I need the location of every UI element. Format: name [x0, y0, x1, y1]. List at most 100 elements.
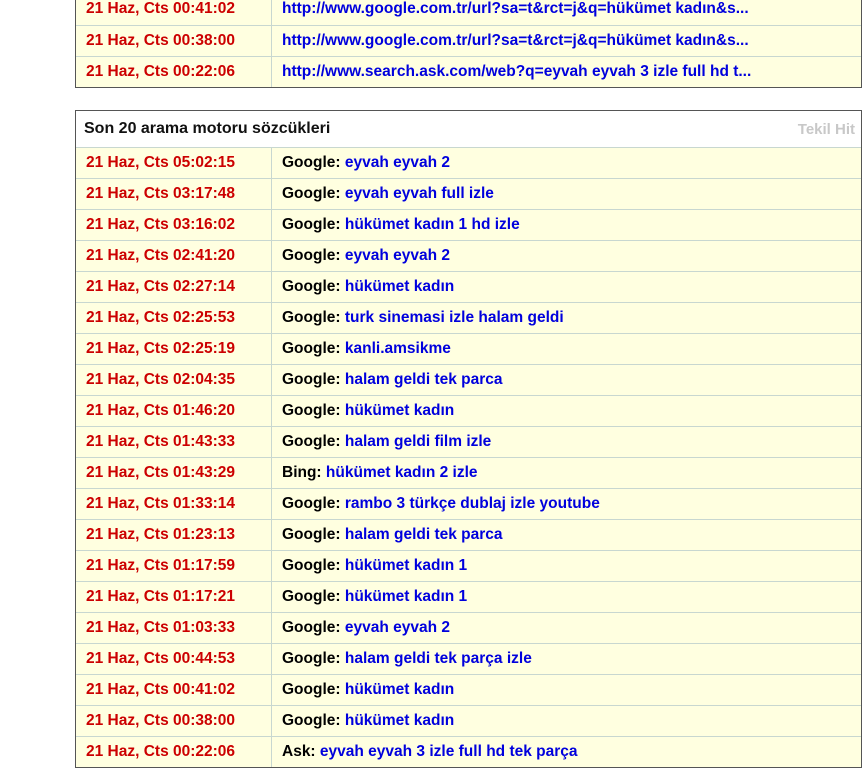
search-engine-label: Google: [282, 650, 341, 667]
search-date: 21 Haz, Cts 00:22:06 [76, 737, 272, 767]
search-engine-label: Google: [282, 154, 341, 171]
search-cell: Google: hükümet kadın [272, 706, 861, 736]
table-row: 21 Haz, Cts 03:16:02 Google: hükümet kadı… [76, 209, 861, 240]
table-row: 21 Haz, Cts 00:38:00 Google: hükümet kadı… [76, 705, 861, 736]
table-row: 21 Haz, Cts 02:25:19 Google: kanli.amsikm… [76, 333, 861, 364]
table-row: 21 Haz, Cts 01:03:33 Google: eyvah eyvah … [76, 612, 861, 643]
table-row: 21 Haz, Cts 03:17:48 Google: eyvah eyvah … [76, 178, 861, 209]
referrer-cell: http://www.google.com.tr/url?sa=t&rct=j&… [272, 0, 861, 25]
search-keyword-link[interactable]: hükümet kadın 1 [345, 588, 467, 605]
search-date: 21 Haz, Cts 01:43:33 [76, 427, 272, 457]
panel-title: Son 20 arama motoru sözcükleri [84, 120, 331, 137]
search-keyword-link[interactable]: eyvah eyvah 3 izle full hd tek parça [320, 743, 578, 760]
search-keyword-link[interactable]: eyvah eyvah 2 [345, 619, 450, 636]
referrer-link[interactable]: http://www.google.com.tr/url?sa=t&rct=j&… [282, 32, 749, 49]
search-engine-label: Google: [282, 433, 341, 450]
search-engine-label: Google: [282, 278, 341, 295]
search-date: 21 Haz, Cts 03:17:48 [76, 179, 272, 209]
search-engine-label: Google: [282, 495, 341, 512]
search-rows: 21 Haz, Cts 05:02:15 Google: eyvah eyvah … [76, 147, 861, 767]
search-cell: Google: eyvah eyvah 2 [272, 241, 861, 271]
search-date: 21 Haz, Cts 01:17:59 [76, 551, 272, 581]
table-row: 21 Haz, Cts 00:44:53 Google: halam geldi … [76, 643, 861, 674]
referrer-panel: 21 Haz, Cts 00:41:02 http://www.google.c… [75, 0, 862, 88]
search-keywords-panel: Son 20 arama motoru sözcükleri Tekil Hit… [75, 110, 862, 768]
search-cell: Google: halam geldi tek parca [272, 365, 861, 395]
search-cell: Google: rambo 3 türkçe dublaj izle youtu… [272, 489, 861, 519]
search-date: 21 Haz, Cts 01:23:13 [76, 520, 272, 550]
search-keyword-link[interactable]: hükümet kadın [345, 681, 454, 698]
search-keyword-link[interactable]: turk sinemasi izle halam geldi [345, 309, 564, 326]
search-cell: Google: hükümet kadın 1 [272, 582, 861, 612]
search-engine-label: Ask: [282, 743, 316, 760]
search-date: 21 Haz, Cts 02:25:53 [76, 303, 272, 333]
table-row: 21 Haz, Cts 01:46:20 Google: hükümet kadı… [76, 395, 861, 426]
search-date: 21 Haz, Cts 02:04:35 [76, 365, 272, 395]
table-row: 21 Haz, Cts 01:43:33 Google: halam geldi … [76, 426, 861, 457]
search-cell: Google: halam geldi film izle [272, 427, 861, 457]
search-keyword-link[interactable]: kanli.amsikme [345, 340, 451, 357]
search-date: 21 Haz, Cts 02:41:20 [76, 241, 272, 271]
search-engine-label: Google: [282, 681, 341, 698]
search-date: 21 Haz, Cts 03:16:02 [76, 210, 272, 240]
search-keyword-link[interactable]: halam geldi tek parca [345, 371, 503, 388]
table-row: 21 Haz, Cts 01:17:21 Google: hükümet kadı… [76, 581, 861, 612]
search-cell: Google: eyvah eyvah 2 [272, 613, 861, 643]
search-cell: Google: turk sinemasi izle halam geldi [272, 303, 861, 333]
search-cell: Google: hükümet kadın 1 [272, 551, 861, 581]
table-row: 21 Haz, Cts 01:43:29 Bing: hükümet kadın … [76, 457, 861, 488]
search-date: 21 Haz, Cts 01:03:33 [76, 613, 272, 643]
search-keyword-link[interactable]: halam geldi film izle [345, 433, 491, 450]
search-engine-label: Google: [282, 712, 341, 729]
table-row: 21 Haz, Cts 02:41:20 Google: eyvah eyvah … [76, 240, 861, 271]
search-keyword-link[interactable]: halam geldi tek parça izle [345, 650, 532, 667]
visit-date: 21 Haz, Cts 00:22:06 [76, 57, 272, 87]
unique-hit-label: Tekil Hit [797, 120, 855, 138]
search-keyword-link[interactable]: hükümet kadın [345, 712, 454, 729]
table-row: 21 Haz, Cts 02:04:35 Google: halam geldi … [76, 364, 861, 395]
search-engine-label: Google: [282, 185, 341, 202]
table-row: 21 Haz, Cts 00:22:06 http://www.search.a… [76, 56, 861, 87]
table-row: 21 Haz, Cts 00:22:06 Ask: eyvah eyvah 3 i… [76, 736, 861, 767]
search-cell: Bing: hükümet kadın 2 izle [272, 458, 861, 488]
search-date: 21 Haz, Cts 01:33:14 [76, 489, 272, 519]
search-date: 21 Haz, Cts 00:38:00 [76, 706, 272, 736]
search-cell: Google: hükümet kadın 1 hd izle [272, 210, 861, 240]
search-keyword-link[interactable]: hükümet kadın 1 [345, 557, 467, 574]
search-keyword-link[interactable]: eyvah eyvah 2 [345, 247, 450, 264]
search-date: 21 Haz, Cts 01:43:29 [76, 458, 272, 488]
search-engine-label: Google: [282, 309, 341, 326]
search-keyword-link[interactable]: rambo 3 türkçe dublaj izle youtube [345, 495, 600, 512]
search-keyword-link[interactable]: hükümet kadın 1 hd izle [345, 216, 520, 233]
table-row: 21 Haz, Cts 01:23:13 Google: halam geldi … [76, 519, 861, 550]
table-row: 21 Haz, Cts 00:41:02 Google: hükümet kadı… [76, 674, 861, 705]
search-engine-label: Google: [282, 247, 341, 264]
search-date: 21 Haz, Cts 05:02:15 [76, 148, 272, 178]
search-date: 21 Haz, Cts 02:27:14 [76, 272, 272, 302]
table-row: 21 Haz, Cts 02:25:53 Google: turk sinemas… [76, 302, 861, 333]
search-cell: Ask: eyvah eyvah 3 izle full hd tek parç… [272, 737, 861, 767]
table-row: 21 Haz, Cts 00:41:02 http://www.google.c… [76, 0, 861, 25]
search-keyword-link[interactable]: hükümet kadın [345, 278, 454, 295]
search-keyword-link[interactable]: eyvah eyvah 2 [345, 154, 450, 171]
search-keyword-link[interactable]: hükümet kadın 2 izle [326, 464, 478, 481]
search-keyword-link[interactable]: eyvah eyvah full izle [345, 185, 494, 202]
search-keyword-link[interactable]: halam geldi tek parca [345, 526, 503, 543]
search-engine-label: Google: [282, 588, 341, 605]
search-cell: Google: hükümet kadın [272, 272, 861, 302]
referrer-link[interactable]: http://www.google.com.tr/url?sa=t&rct=j&… [282, 0, 749, 17]
search-cell: Google: halam geldi tek parça izle [272, 644, 861, 674]
panel-header: Son 20 arama motoru sözcükleri Tekil Hit [76, 111, 861, 147]
search-cell: Google: halam geldi tek parca [272, 520, 861, 550]
search-engine-label: Google: [282, 557, 341, 574]
search-keyword-link[interactable]: hükümet kadın [345, 402, 454, 419]
table-row: 21 Haz, Cts 01:33:14 Google: rambo 3 türk… [76, 488, 861, 519]
search-date: 21 Haz, Cts 01:46:20 [76, 396, 272, 426]
table-row: 21 Haz, Cts 00:38:00 http://www.google.c… [76, 25, 861, 56]
search-date: 21 Haz, Cts 02:25:19 [76, 334, 272, 364]
referrer-link[interactable]: http://www.search.ask.com/web?q=eyvah ey… [282, 63, 751, 80]
visit-date: 21 Haz, Cts 00:41:02 [76, 0, 272, 25]
search-cell: Google: kanli.amsikme [272, 334, 861, 364]
search-date: 21 Haz, Cts 00:41:02 [76, 675, 272, 705]
table-row: 21 Haz, Cts 01:17:59 Google: hükümet kadı… [76, 550, 861, 581]
